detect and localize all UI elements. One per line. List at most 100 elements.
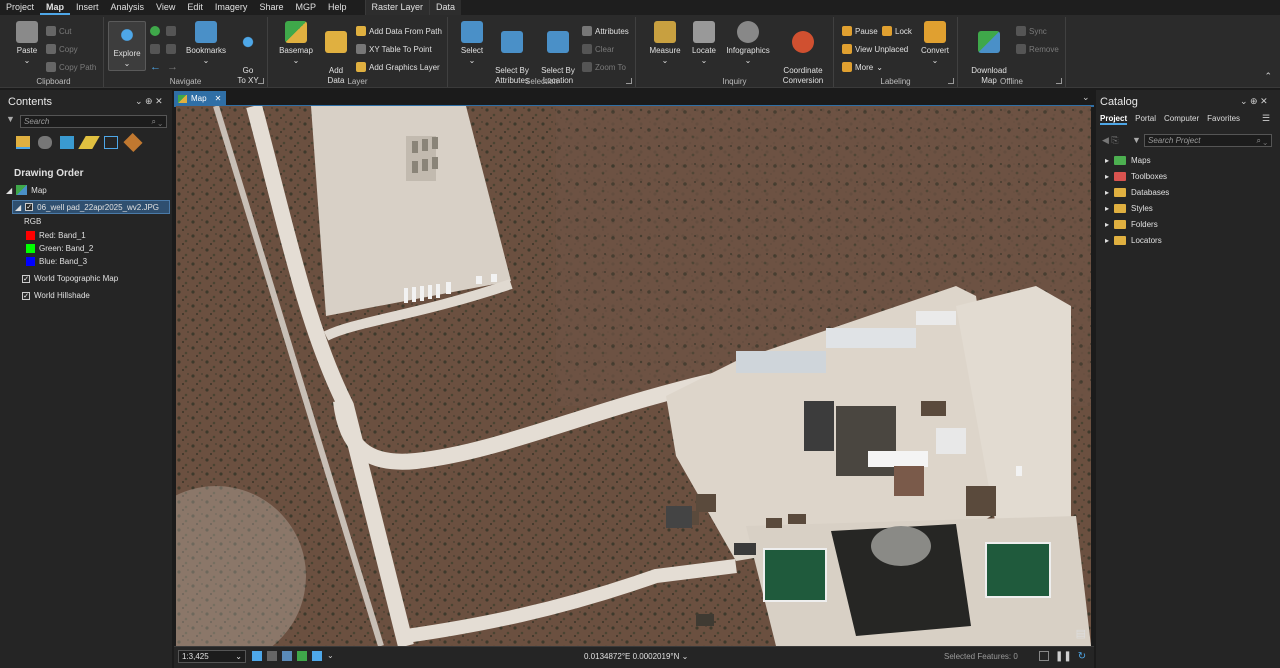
sync-button[interactable]: Sync xyxy=(1016,25,1047,37)
convert-button[interactable]: Convert ⌄ xyxy=(918,21,952,66)
measure-button[interactable]: Measure ⌄ xyxy=(646,21,684,66)
offline-launcher-icon[interactable] xyxy=(1056,78,1062,84)
labeling-view-icon[interactable] xyxy=(123,132,143,153)
navigator-icon[interactable] xyxy=(282,651,292,661)
menu-help[interactable]: Help xyxy=(322,0,353,15)
grid-icon[interactable] xyxy=(267,651,277,661)
menu-raster-layer[interactable]: Raster Layer xyxy=(364,0,430,15)
map-tree-node[interactable]: ◢ Map xyxy=(6,185,47,195)
pane-menu-icon[interactable]: ⌄ ⊕ ✕ xyxy=(135,96,163,107)
bookmarks-button[interactable]: Bookmarks ⌄ xyxy=(184,21,228,66)
hamburger-menu-icon[interactable]: ☰ xyxy=(1262,113,1270,124)
menu-edit[interactable]: Edit xyxy=(181,0,209,15)
catalog-item-folders[interactable]: ▸ Folders xyxy=(1105,220,1158,229)
selection-group: Select ⌄ Select By Attributes Select By L… xyxy=(448,17,636,87)
table-icon[interactable] xyxy=(1039,651,1049,661)
selection-launcher-icon[interactable] xyxy=(626,78,632,84)
paste-button[interactable]: Paste ⌄ xyxy=(12,21,42,66)
map-layer-widget-icon[interactable]: ▤ xyxy=(1076,627,1086,640)
tab-favorites[interactable]: Favorites xyxy=(1207,114,1240,125)
catalog-item-styles[interactable]: ▸ Styles xyxy=(1105,204,1153,213)
catalog-item-databases[interactable]: ▸ Databases xyxy=(1105,188,1169,197)
add-graphics-layer-button[interactable]: Add Graphics Layer xyxy=(356,61,440,73)
clipboard-label: Clipboard xyxy=(36,77,71,86)
raster-layer-item[interactable]: ◢ ✓ 06_well pad_22apr2025_wv2.JPG xyxy=(12,200,170,214)
view-unplaced-button[interactable]: View Unplaced xyxy=(842,43,908,55)
menu-insert[interactable]: Insert xyxy=(70,0,105,15)
add-data-from-path-button[interactable]: Add Data From Path xyxy=(356,25,442,37)
back-arrow-icon[interactable]: ◀ ⎘ xyxy=(1102,135,1119,146)
snapping-status-icon[interactable] xyxy=(297,651,307,661)
inquiry-label: Inquiry xyxy=(722,77,747,86)
refresh-icon[interactable]: ↻ xyxy=(1078,651,1086,662)
infographics-button[interactable]: Infographics ⌄ xyxy=(724,21,772,66)
tab-list-chevron-icon[interactable]: ⌄ xyxy=(1082,92,1090,103)
copy-path-button[interactable]: Copy Path xyxy=(46,61,96,73)
copy-button[interactable]: Copy xyxy=(46,43,78,55)
catalog-item-locators[interactable]: ▸ Locators xyxy=(1105,236,1162,245)
full-extent-button[interactable] xyxy=(150,25,176,37)
snapping-icon[interactable] xyxy=(104,136,118,149)
more-labeling-button[interactable]: More ⌄ xyxy=(842,61,883,73)
menu-imagery[interactable]: Imagery xyxy=(209,0,254,15)
tab-computer[interactable]: Computer xyxy=(1164,114,1199,125)
menu-map[interactable]: Map xyxy=(40,0,71,15)
xy-table-to-point-button[interactable]: XY Table To Point xyxy=(356,43,432,55)
pane-menu-icon[interactable]: ⌄ ⊕ ✕ xyxy=(1240,96,1268,107)
layer-label: Layer xyxy=(347,77,368,86)
map-icon xyxy=(16,185,28,195)
basemap-layer-hillshade[interactable]: ✓ World Hillshade xyxy=(22,291,90,300)
menu-project[interactable]: Project xyxy=(0,0,40,15)
filter-icon[interactable]: ▼ xyxy=(1132,135,1141,145)
fixed-zoom-button[interactable] xyxy=(150,43,176,55)
tab-map[interactable]: Map ✕ xyxy=(174,91,226,106)
layer-visibility-checkbox[interactable]: ✓ xyxy=(22,291,30,300)
contents-search-input[interactable]: Search ⌕ ⌄ xyxy=(20,115,167,128)
menu-view[interactable]: View xyxy=(150,0,181,15)
cut-button[interactable]: Cut xyxy=(46,25,71,37)
catalog-search-input[interactable]: Search Project ⌕ ⌄ xyxy=(1144,134,1272,147)
menu-analysis[interactable]: Analysis xyxy=(105,0,151,15)
collapse-ribbon-icon[interactable]: ⌃ xyxy=(1264,71,1272,82)
navigate-launcher-icon[interactable] xyxy=(258,78,264,84)
basemap-button[interactable]: Basemap ⌄ xyxy=(276,21,316,66)
basemap-layer-topographic[interactable]: ✓ World Topographic Map xyxy=(22,274,118,283)
remove-button[interactable]: Remove xyxy=(1016,43,1059,55)
fixed-scale-icon[interactable] xyxy=(252,651,262,661)
filter-icon[interactable]: ▼ xyxy=(6,114,15,124)
editing-icon[interactable] xyxy=(78,136,100,149)
offline-label: Offline xyxy=(1000,77,1023,86)
map-view[interactable]: ▤ xyxy=(176,106,1091,646)
menu-data[interactable]: Data xyxy=(429,0,462,15)
pause-labels-button[interactable]: Pause xyxy=(842,25,878,37)
previous-extent-button[interactable]: ← → xyxy=(150,61,178,73)
selected-features-count[interactable]: Selected Features: 0 xyxy=(944,652,1018,661)
catalog-item-toolboxes[interactable]: ▸ Toolboxes xyxy=(1105,172,1167,181)
path-icon xyxy=(356,26,366,36)
close-icon[interactable]: ✕ xyxy=(215,94,222,103)
data-source-icon[interactable] xyxy=(38,136,52,149)
lock-labels-button[interactable]: Lock xyxy=(882,25,912,37)
scale-selector[interactable]: 1:3,425 ⌄ xyxy=(178,650,246,663)
zoom-to-selection-button[interactable]: Zoom To xyxy=(582,61,626,73)
pause-drawing-icon[interactable]: ❚❚ xyxy=(1055,651,1072,662)
tab-portal[interactable]: Portal xyxy=(1135,114,1156,125)
selection-view-icon[interactable] xyxy=(60,136,74,149)
band-green: Green: Band_2 xyxy=(26,244,93,253)
tab-project[interactable]: Project xyxy=(1100,114,1128,125)
catalog-item-maps[interactable]: ▸ Maps xyxy=(1105,156,1151,165)
menu-share[interactable]: Share xyxy=(253,0,289,15)
menu-mgp[interactable]: MGP xyxy=(289,0,322,15)
drawing-order-icon[interactable] xyxy=(16,136,30,149)
locate-button[interactable]: Locate ⌄ xyxy=(688,21,720,66)
coordinates-readout[interactable]: 0.0134872°E 0.0002019°N ⌄ xyxy=(584,652,688,661)
layer-visibility-checkbox[interactable]: ✓ xyxy=(25,203,34,211)
rotation-icon[interactable] xyxy=(312,651,322,661)
explore-button[interactable]: Explore ⌄ xyxy=(108,21,146,71)
clear-selection-button[interactable]: Clear xyxy=(582,43,614,55)
layer-visibility-checkbox[interactable]: ✓ xyxy=(22,274,30,283)
select-button[interactable]: Select ⌄ xyxy=(458,21,486,66)
attributes-button[interactable]: Attributes xyxy=(582,25,629,37)
chevron-down-icon[interactable]: ⌄ xyxy=(327,651,334,661)
labeling-launcher-icon[interactable] xyxy=(948,78,954,84)
